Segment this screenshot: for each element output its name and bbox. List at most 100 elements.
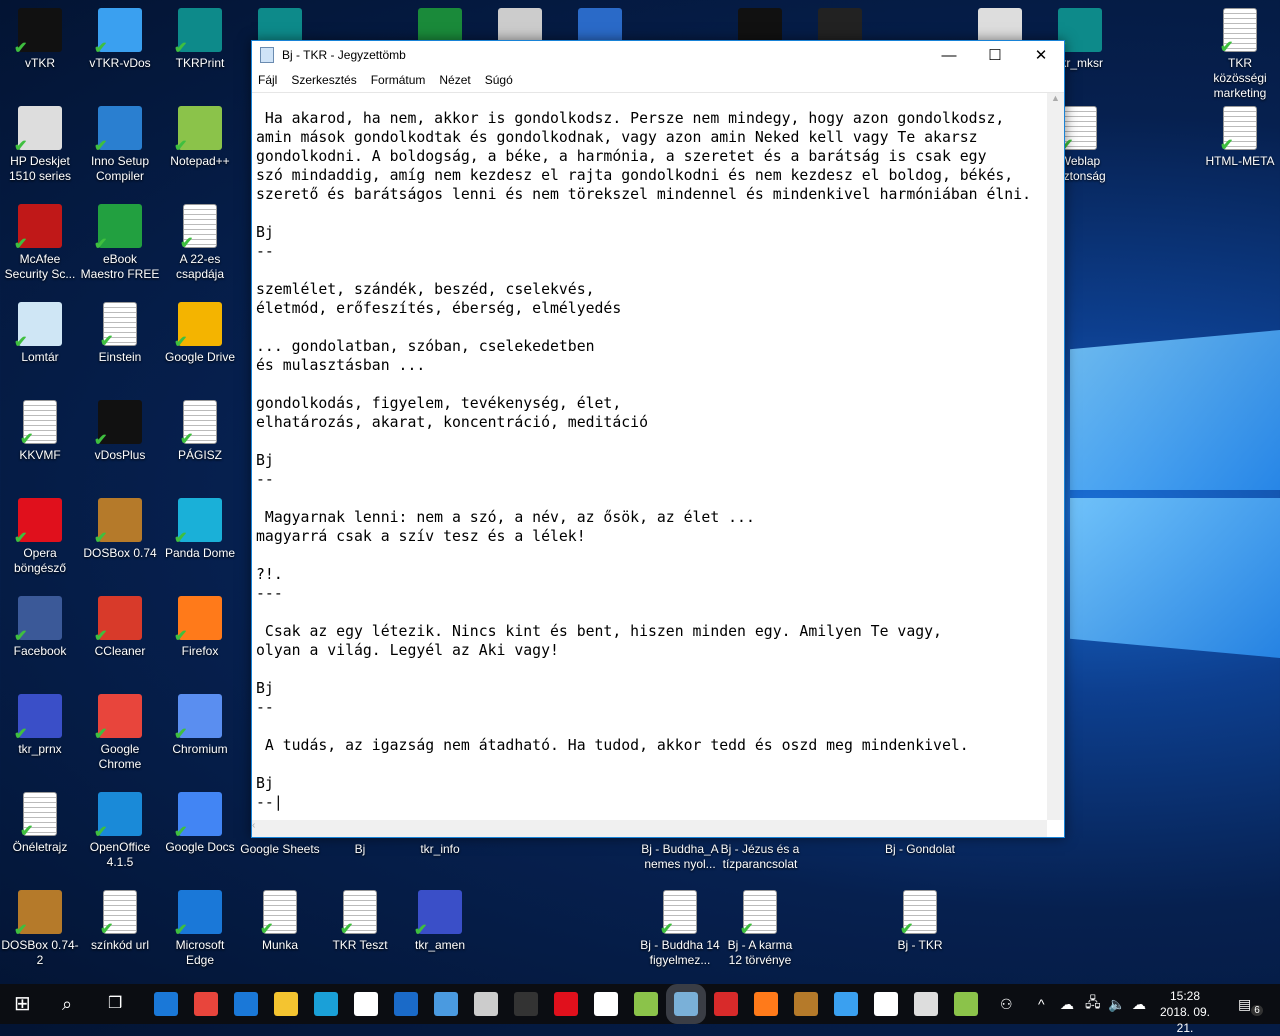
document-icon: ✔ [180, 204, 217, 252]
desktop-icon[interactable]: ✔ Bj - A karma 12 törvénye [720, 890, 800, 968]
desktop-icon[interactable]: ✔ Chromium [160, 694, 240, 757]
desktop-icon[interactable]: ✔ tkr_prnx [0, 694, 80, 757]
desktop-icon[interactable]: ✔ TKR közösségi marketing [1200, 8, 1280, 101]
desktop-icon[interactable]: ✔ HTML-META [1200, 106, 1280, 169]
search-icon[interactable]: ⌕ [62, 992, 86, 1016]
taskbar-app-icon[interactable] [794, 992, 818, 1016]
taskbar-app-icon[interactable] [474, 992, 498, 1016]
network-icon[interactable]: 🖧 [1085, 984, 1101, 1024]
taskbar-app-icon[interactable] [434, 992, 458, 1016]
taskbar-app-icon[interactable] [834, 992, 858, 1016]
desktop-icon[interactable]: ✔ A 22-es csapdája [160, 204, 240, 282]
desktop-icon[interactable]: ✔ Microsoft Edge [160, 890, 240, 968]
start-windows-icon[interactable]: ⊞ [14, 992, 38, 1016]
minimize-button[interactable]: — [926, 47, 972, 64]
desktop-icon-label: CCleaner [94, 644, 146, 658]
desktop-icon[interactable]: ✔ Bj - TKR [880, 890, 960, 953]
menu-help[interactable]: Súgó [485, 73, 513, 87]
desktop-icon[interactable]: ✔ KKVMF [0, 400, 80, 463]
text-editor[interactable]: Ha akarod, ha nem, akkor is gondolkodsz.… [252, 92, 1064, 837]
clock[interactable]: 15:28 2018. 09. 21. [1150, 988, 1220, 1036]
menu-file[interactable]: Fájl [258, 73, 277, 87]
taskbar-app-icon[interactable] [714, 992, 738, 1016]
taskbar-app-icon[interactable] [754, 992, 778, 1016]
horizontal-scrollbar[interactable]: ‹ [252, 820, 1047, 837]
cloud-upload-icon[interactable]: ☁ [1132, 984, 1146, 1024]
taskbar-app-icon[interactable] [554, 992, 578, 1016]
desktop-icon[interactable]: ✔ Google Drive [160, 302, 240, 365]
sync-check-icon: ✔ [340, 921, 354, 938]
taskbar-app-icon[interactable] [234, 992, 258, 1016]
desktop-icon[interactable]: ✔ OpenOffice 4.1.5 [80, 792, 160, 870]
menu-format[interactable]: Formátum [371, 73, 426, 87]
desktop-icon[interactable]: Google Sheets [240, 842, 320, 857]
taskbar-app-icon[interactable] [666, 984, 706, 1024]
taskbar-app-icon[interactable] [874, 992, 898, 1016]
time: 15:28 [1169, 989, 1201, 1003]
desktop-icon[interactable]: ✔ vTKR-vDos [80, 8, 160, 71]
taskbar-app-icon[interactable] [354, 992, 378, 1016]
desktop-icon-label: Google Sheets [240, 842, 320, 856]
desktop-icon[interactable]: ✔ Opera böngésző [0, 498, 80, 576]
desktop-icon[interactable]: ✔ vDosPlus [80, 400, 160, 463]
desktop-icon[interactable]: ✔ Notepad++ [160, 106, 240, 169]
desktop-icon[interactable]: ✔ Google Docs [160, 792, 240, 855]
taskbar-app-icon[interactable] [914, 992, 938, 1016]
desktop-icon[interactable]: ✔ PÁGISZ [160, 400, 240, 463]
desktop-icon[interactable]: Bj - Jézus és a tízparancsolat [720, 842, 800, 872]
taskbar-app-icon[interactable] [394, 992, 418, 1016]
desktop-icon[interactable]: tkr_info [400, 842, 480, 857]
menu-edit[interactable]: Szerkesztés [291, 73, 356, 87]
title-bar[interactable]: Bj - TKR - Jegyzettömb — ☐ ✕ [252, 41, 1064, 69]
sync-check-icon: ✔ [740, 921, 754, 938]
window-title: Bj - TKR - Jegyzettömb [282, 48, 406, 62]
onedrive-icon[interactable]: ☁ [1060, 984, 1074, 1024]
people-icon[interactable]: ⚇ [1000, 984, 1013, 1024]
desktop-icon[interactable]: ✔ Lomtár [0, 302, 80, 365]
sync-check-icon: ✔ [94, 530, 108, 547]
desktop-icon[interactable]: ✔ Firefox [160, 596, 240, 659]
vertical-scrollbar[interactable]: ▲ [1047, 93, 1064, 820]
desktop-icon[interactable]: ✔ McAfee Security Sc... [0, 204, 80, 282]
desktop-icon[interactable]: ✔ CCleaner [80, 596, 160, 659]
desktop-icon[interactable]: ✔ eBook Maestro FREE [80, 204, 160, 282]
taskbar-app-icon[interactable] [194, 992, 218, 1016]
volume-icon[interactable]: 🔈 [1108, 984, 1125, 1024]
desktop-icon[interactable]: ✔ Önéletrajz [0, 792, 80, 855]
taskbar-app-icon[interactable] [514, 992, 538, 1016]
desktop-icon[interactable]: ✔ Bj - Buddha 14 figyelmez... [640, 890, 720, 968]
desktop-icon[interactable]: Bj - Buddha_A nemes nyol... [640, 842, 720, 872]
close-button[interactable]: ✕ [1018, 46, 1064, 64]
taskbar-app-icon[interactable] [154, 992, 178, 1016]
taskbar-app-icon[interactable] [954, 992, 978, 1016]
show-hidden-icons-chevron-icon[interactable]: ^ [1038, 984, 1045, 1024]
taskbar-app-icon[interactable] [274, 992, 298, 1016]
desktop-icon[interactable]: ✔ Panda Dome [160, 498, 240, 561]
taskbar-app-icon[interactable] [634, 992, 658, 1016]
app-icon: ✔ [94, 204, 142, 253]
desktop-icon[interactable]: ✔ Einstein [80, 302, 160, 365]
desktop-icon[interactable]: ✔ DOSBox 0.74 [80, 498, 160, 561]
desktop-icon[interactable]: ✔ színkód url [80, 890, 160, 953]
desktop-icon[interactable]: Bj [320, 842, 400, 857]
taskbar-app-icon[interactable] [314, 992, 338, 1016]
task-view-icon[interactable]: ❒ [108, 992, 132, 1016]
desktop-icon[interactable]: ✔ HP Deskjet 1510 series [0, 106, 80, 184]
desktop-icon[interactable]: ✔ tkr_amen [400, 890, 480, 953]
desktop-icon[interactable]: ✔ Google Chrome [80, 694, 160, 772]
desktop-icon[interactable]: ✔ Facebook [0, 596, 80, 659]
taskbar-app-icon[interactable] [594, 992, 618, 1016]
menu-view[interactable]: Nézet [439, 73, 470, 87]
document-text[interactable]: Ha akarod, ha nem, akkor is gondolkodsz.… [256, 109, 1044, 812]
desktop-icon-label: Google Drive [164, 350, 236, 364]
desktop-icon[interactable]: ✔ TKRPrint [160, 8, 240, 71]
desktop-icon[interactable]: ✔ TKR Teszt [320, 890, 400, 953]
maximize-button[interactable]: ☐ [972, 46, 1018, 64]
desktop-icon-label: Bj - Buddha 14 figyelmez... [640, 938, 720, 967]
desktop-icon[interactable]: ✔ DOSBox 0.74-2 [0, 890, 80, 968]
desktop-icon[interactable]: Bj - Gondolat [880, 842, 960, 857]
desktop-icon[interactable]: ✔ vTKR [0, 8, 80, 71]
action-center-icon[interactable]: ▤ 6 [1238, 984, 1263, 1024]
desktop-icon[interactable]: ✔ Inno Setup Compiler [80, 106, 160, 184]
desktop-icon[interactable]: ✔ Munka [240, 890, 320, 953]
